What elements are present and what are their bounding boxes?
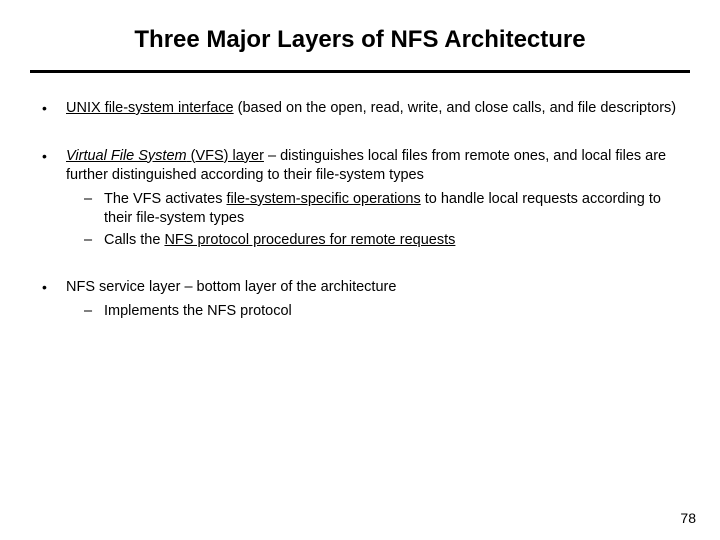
list-item: UNIX file-system interface (based on the…: [38, 99, 682, 119]
bullet-list: UNIX file-system interface (based on the…: [30, 99, 690, 322]
sub-list-item: The VFS activates file-system-specific o…: [84, 190, 682, 229]
slide: Three Major Layers of NFS Architecture U…: [0, 0, 720, 540]
slide-title: Three Major Layers of NFS Architecture: [30, 26, 690, 54]
sub-list-item: Implements the NFS protocol: [84, 302, 682, 322]
list-item: Virtual File System (VFS) layer – distin…: [38, 147, 682, 251]
sub-list: Implements the NFS protocol: [66, 302, 682, 322]
title-divider: [30, 70, 690, 73]
text-segment: The VFS activates: [104, 191, 227, 207]
text-segment: UNIX file-system interface: [66, 100, 234, 116]
text-segment: file-system-specific operations: [227, 191, 421, 207]
text-segment: Implements the NFS protocol: [104, 303, 292, 319]
text-segment: (VFS) layer: [187, 148, 264, 164]
text-segment: NFS service layer – bottom layer of the …: [66, 279, 396, 295]
sub-list-item: Calls the NFS protocol procedures for re…: [84, 231, 682, 251]
sub-list: The VFS activates file-system-specific o…: [66, 190, 682, 251]
text-segment: NFS protocol procedures for remote reque…: [164, 232, 455, 248]
page-number: 78: [680, 510, 696, 526]
text-segment: (based on the open, read, write, and clo…: [234, 100, 677, 116]
list-item: NFS service layer – bottom layer of the …: [38, 278, 682, 321]
text-segment: Calls the: [104, 232, 164, 248]
text-segment: Virtual File System: [66, 148, 187, 164]
